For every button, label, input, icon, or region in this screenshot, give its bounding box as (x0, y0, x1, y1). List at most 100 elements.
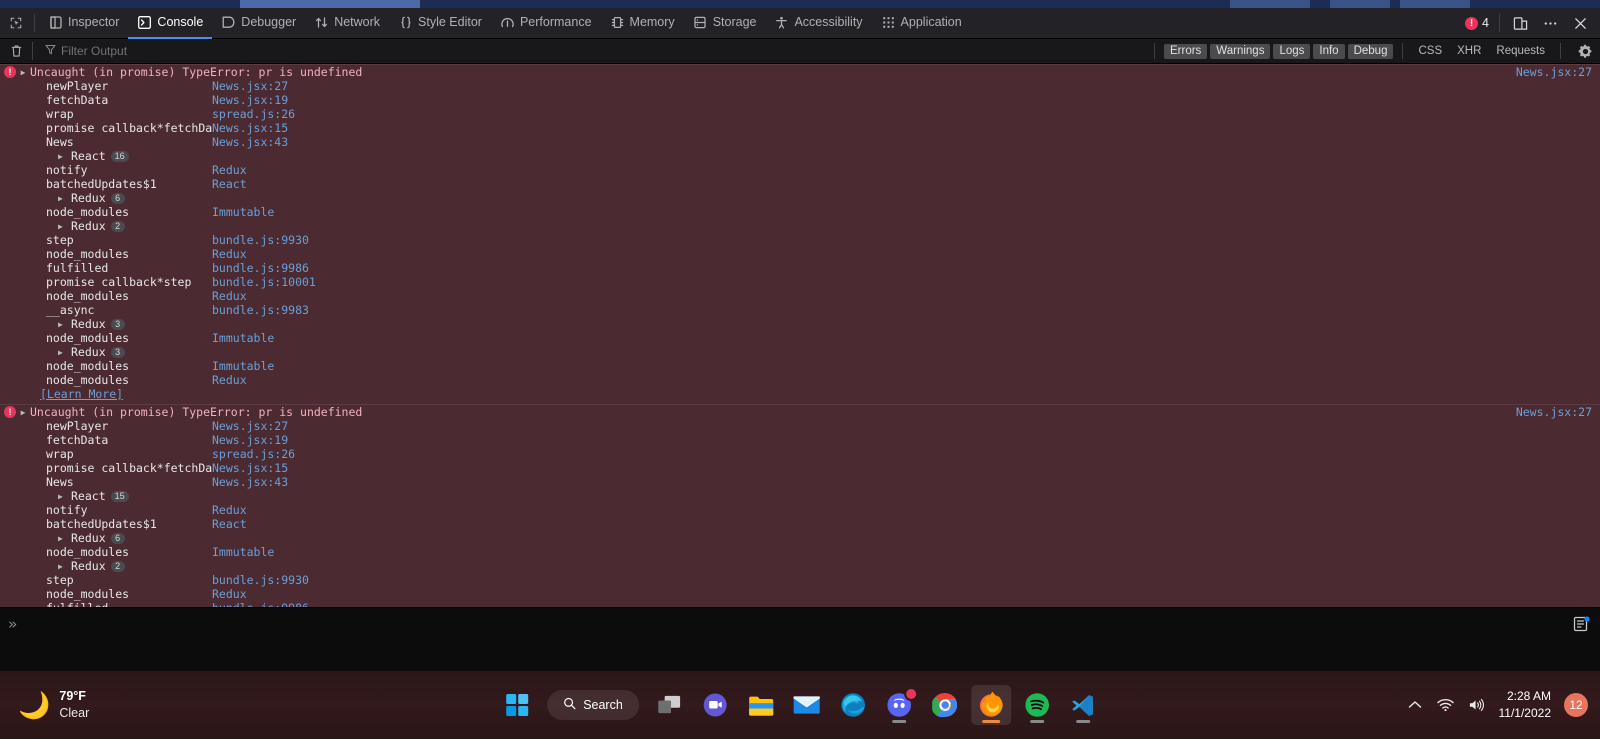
stack-frame[interactable]: batchedUpdates$1 React (46, 177, 1600, 191)
frame-location[interactable]: Redux (212, 373, 247, 387)
console-input-bar[interactable]: » (0, 607, 1600, 639)
tab-application[interactable]: Application (872, 8, 971, 39)
frame-location[interactable]: News.jsx:15 (212, 121, 288, 135)
stack-frame[interactable]: notify Redux (46, 503, 1600, 517)
stack-frame[interactable]: batchedUpdates$1 React (46, 517, 1600, 531)
weather-widget[interactable]: 🌙 79°F Clear (0, 688, 250, 722)
frame-location[interactable]: Immutable (212, 545, 274, 559)
filter-errors-button[interactable]: Errors (1163, 43, 1208, 59)
filter-warnings-button[interactable]: Warnings (1210, 43, 1271, 59)
editor-mode-icon[interactable] (1572, 615, 1590, 633)
windows-start-icon[interactable] (497, 685, 537, 725)
tab-storage[interactable]: Storage (684, 8, 766, 39)
console-output[interactable]: ! ▶ Uncaught (in promise) TypeError: pr … (0, 64, 1600, 607)
console-message-error[interactable]: ! ▶ Uncaught (in promise) TypeError: pr … (0, 64, 1600, 404)
frame-location[interactable]: React (212, 517, 247, 531)
frame-location[interactable]: Immutable (212, 331, 274, 345)
frame-location[interactable]: News.jsx:19 (212, 433, 288, 447)
tab-debugger[interactable]: Debugger (212, 8, 305, 39)
stack-frame[interactable]: promise callback*step bundle.js:10001 (46, 275, 1600, 289)
stack-group[interactable]: ▶ Redux 6 (46, 531, 1600, 545)
frame-location[interactable]: bundle.js:9930 (212, 233, 309, 247)
chevron-right-icon[interactable]: ▶ (58, 222, 66, 231)
search-input[interactable]: Filter Output (45, 44, 1148, 58)
stack-frame[interactable]: node_modules Immutable (46, 545, 1600, 559)
stack-frame[interactable]: node_modules Immutable (46, 331, 1600, 345)
stack-frame[interactable]: __async bundle.js:9983 (46, 303, 1600, 317)
stack-frame[interactable]: fulfilled bundle.js:9986 (46, 261, 1600, 275)
chevron-right-icon[interactable]: ▶ (58, 194, 66, 203)
tab-inspector[interactable]: Inspector (39, 8, 128, 39)
filter-css-button[interactable]: CSS (1412, 44, 1448, 59)
filter-requests-button[interactable]: Requests (1490, 44, 1551, 59)
frame-location[interactable]: News.jsx:27 (212, 419, 288, 433)
frame-location[interactable]: Redux (212, 163, 247, 177)
console-message-header[interactable]: ! ▶ Uncaught (in promise) TypeError: pr … (0, 65, 1600, 79)
chevron-right-icon[interactable]: ▶ (58, 492, 66, 501)
frame-location[interactable]: Redux (212, 503, 247, 517)
stack-frame[interactable]: newPlayer News.jsx:27 (46, 79, 1600, 93)
chevron-right-icon[interactable]: ▶ (58, 348, 66, 357)
stack-group[interactable]: ▶ Redux 2 (46, 219, 1600, 233)
mail-icon[interactable] (787, 685, 827, 725)
filter-info-button[interactable]: Info (1313, 43, 1345, 59)
frame-location[interactable]: spread.js:26 (212, 447, 295, 461)
frame-location[interactable]: Redux (212, 247, 247, 261)
tab-performance[interactable]: Performance (491, 8, 601, 39)
stack-frame[interactable]: fetchData News.jsx:19 (46, 93, 1600, 107)
chevron-right-icon[interactable]: ▶ (16, 68, 30, 77)
notification-count-badge[interactable]: 12 (1564, 693, 1588, 717)
source-link[interactable]: News.jsx:27 (1516, 405, 1592, 419)
frame-location[interactable]: News.jsx:15 (212, 461, 288, 475)
stack-group[interactable]: ▶ Redux 3 (46, 345, 1600, 359)
taskbar-clock[interactable]: 2:28 AM 11/1/2022 (1499, 688, 1552, 723)
discord-icon[interactable] (879, 685, 919, 725)
frame-location[interactable]: Redux (212, 289, 247, 303)
tab-accessibility[interactable]: Accessibility (765, 8, 871, 39)
frame-location[interactable]: bundle.js:9986 (212, 261, 309, 275)
chrome-icon[interactable] (925, 685, 965, 725)
tab-memory[interactable]: Memory (601, 8, 684, 39)
tab-network[interactable]: Network (305, 8, 389, 39)
chevron-right-icon[interactable]: ▶ (58, 320, 66, 329)
responsive-design-mode-icon[interactable] (1506, 9, 1534, 37)
stack-group[interactable]: ▶ Redux 3 (46, 317, 1600, 331)
filter-logs-button[interactable]: Logs (1273, 43, 1311, 59)
stack-frame[interactable]: node_modules Redux (46, 373, 1600, 387)
console-message-error[interactable]: ! ▶ Uncaught (in promise) TypeError: pr … (0, 404, 1600, 607)
frame-location[interactable]: News.jsx:43 (212, 475, 288, 489)
chevron-right-icon[interactable]: ▶ (58, 562, 66, 571)
stack-frame[interactable]: node_modules Redux (46, 289, 1600, 303)
more-options-icon[interactable] (1536, 9, 1564, 37)
stack-frame[interactable]: wrap spread.js:26 (46, 447, 1600, 461)
filter-debug-button[interactable]: Debug (1347, 43, 1394, 59)
stack-frame[interactable]: node_modules Redux (46, 247, 1600, 261)
tab-console[interactable]: Console (128, 8, 213, 39)
frame-location[interactable]: News.jsx:19 (212, 93, 288, 107)
stack-frame[interactable]: promise callback*fetchData News.jsx:15 (46, 121, 1600, 135)
stack-frame[interactable]: node_modules Redux (46, 587, 1600, 601)
chat-teams-icon[interactable] (695, 685, 735, 725)
stack-group[interactable]: ▶ Redux 6 (46, 191, 1600, 205)
frame-location[interactable]: News.jsx:43 (212, 135, 288, 149)
frame-location[interactable]: spread.js:26 (212, 107, 295, 121)
tab-style-editor[interactable]: Style Editor (389, 8, 491, 39)
stack-frame[interactable]: step bundle.js:9930 (46, 233, 1600, 247)
wifi-icon[interactable] (1437, 696, 1455, 714)
error-count-indicator[interactable]: ! 4 (1461, 16, 1493, 30)
gear-icon[interactable] (1574, 40, 1596, 62)
stack-frame[interactable]: node_modules Immutable (46, 205, 1600, 219)
console-message-header[interactable]: ! ▶ Uncaught (in promise) TypeError: pr … (0, 405, 1600, 419)
stack-frame[interactable]: notify Redux (46, 163, 1600, 177)
chevron-right-icon[interactable]: ▶ (16, 408, 30, 417)
frame-location[interactable]: Immutable (212, 205, 274, 219)
filter-xhr-button[interactable]: XHR (1451, 44, 1487, 59)
chevron-right-icon[interactable]: ▶ (58, 152, 66, 161)
frame-location[interactable]: bundle.js:9930 (212, 573, 309, 587)
close-icon[interactable] (1566, 9, 1594, 37)
frame-location[interactable]: bundle.js:9983 (212, 303, 309, 317)
volume-icon[interactable] (1468, 696, 1486, 714)
frame-location[interactable]: React (212, 177, 247, 191)
vscode-icon[interactable] (1063, 685, 1103, 725)
stack-frame[interactable]: News News.jsx:43 (46, 475, 1600, 489)
